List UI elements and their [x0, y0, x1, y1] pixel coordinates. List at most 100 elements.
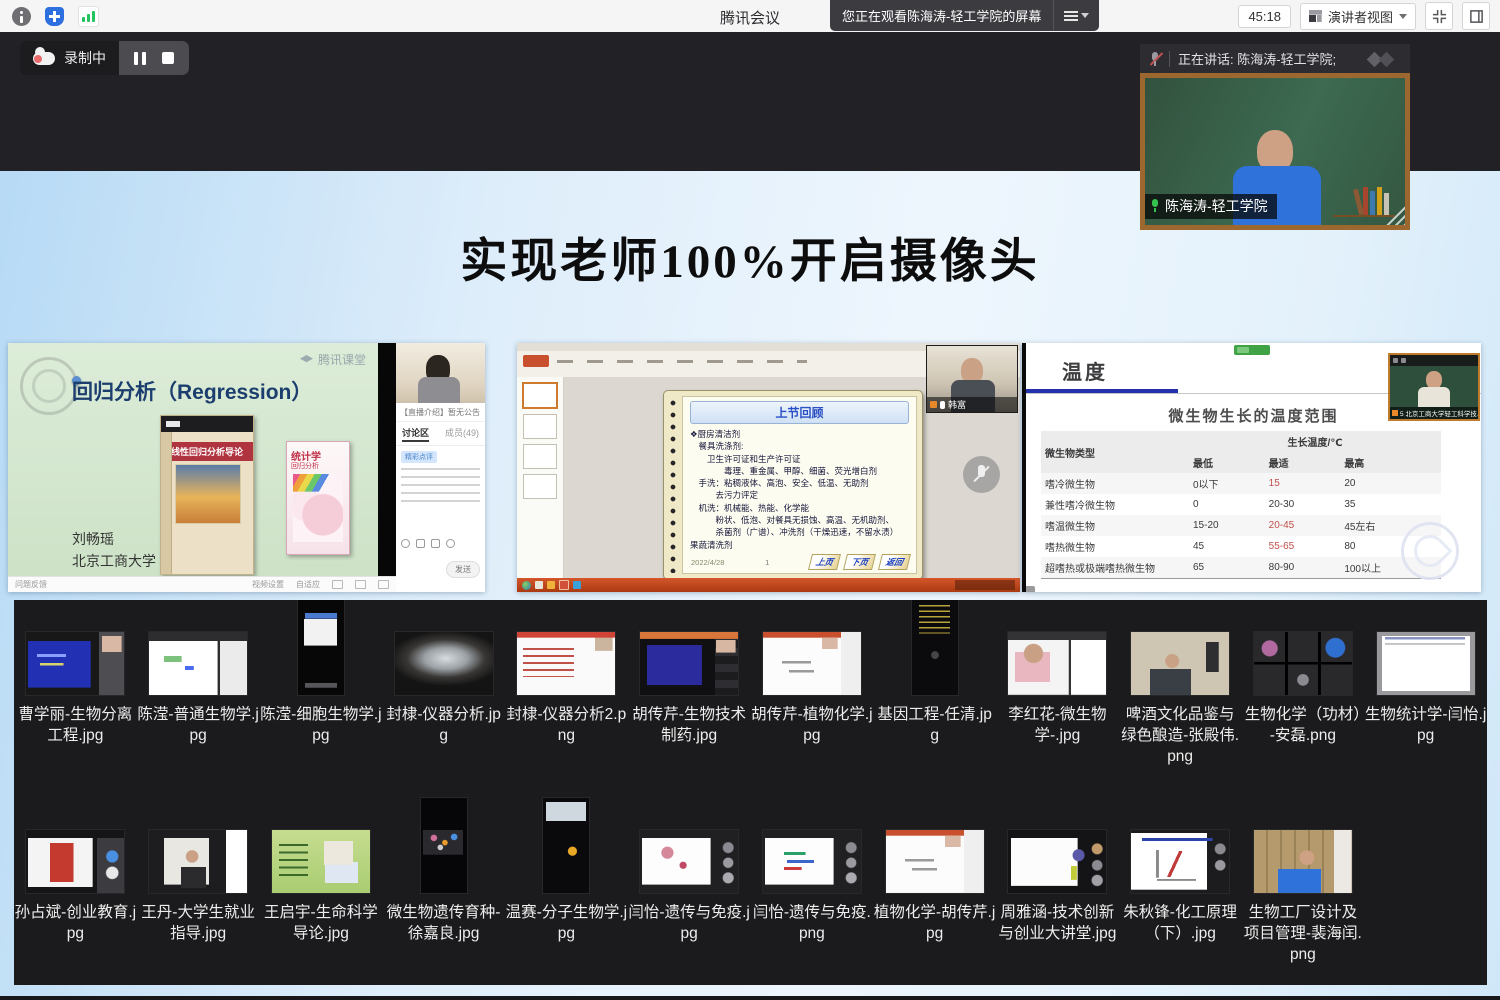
- file-grid-image: 曹学丽-生物分离工程.jpg陈滢-普通生物学.jpg陈滢-细胞生物学.jpg封棣…: [14, 600, 1487, 985]
- file-name: 生物化学（功材）-安磊.png: [1242, 704, 1364, 746]
- file-name: 微生物遗传育种-徐嘉良.jpg: [383, 902, 505, 944]
- file-thumbnail: [640, 830, 738, 893]
- file-name: 李红花-微生物学-.jpg: [996, 704, 1118, 746]
- mini-icon: [355, 580, 366, 589]
- file-item: 胡传芹-生物技术制药.jpg: [628, 600, 751, 780]
- chevron-down-icon: [1081, 13, 1089, 18]
- file-thumbnail: [1131, 632, 1229, 695]
- file-item: 闫怡-遗传与免疫.jpg: [628, 780, 751, 985]
- tab-discussion: 讨论区: [402, 426, 429, 442]
- exit-fullscreen-button[interactable]: [1425, 2, 1453, 30]
- pause-recording-button[interactable]: [134, 52, 146, 65]
- screenshot-classroom-regression: 腾讯课堂 回归分析（Regression） 线性回归分析导论 统计学 回归分析 …: [8, 343, 485, 592]
- collapse-icon: [1432, 9, 1447, 24]
- classroom-bottom-bar: 问题反馈 视频设置 自适应: [8, 576, 396, 592]
- stop-recording-button[interactable]: [162, 52, 174, 64]
- file-item: 生物化学（功材）-安磊.png: [1242, 600, 1365, 780]
- start-button-icon: [522, 581, 531, 590]
- mini-icon: [378, 580, 389, 589]
- video-settings-label: 视频设置: [252, 579, 284, 590]
- file-thumbnail: [1008, 830, 1106, 893]
- file-item: 朱秋锋-化工原理（下）.jpg: [1119, 780, 1242, 985]
- file-item: 生物统计学-闫怡.jpg: [1364, 600, 1487, 780]
- graduation-cap-icon: [300, 355, 313, 364]
- file-item: 王启宇-生命科学导论.jpg: [260, 780, 383, 985]
- file-thumbnail: [1254, 830, 1352, 893]
- ppt-slide-title: 上节回顾: [690, 401, 909, 424]
- lecturer-webcam: 5 北京工商大学轻工科学技...: [1388, 353, 1480, 421]
- file-item: 温赛-分子生物学.jpg: [505, 780, 628, 985]
- meeting-badge: [1234, 345, 1270, 355]
- webcam-name: 5 北京工商大学轻工科学技...: [1400, 408, 1478, 418]
- slide-page-number: 1: [765, 558, 769, 567]
- screenshot-powerpoint-review: 上节回顾 ❖厨房清洁剂 餐具洗涤剂: 卫生许可证和生产许可证 毒理、重金属、甲醇…: [517, 343, 1020, 592]
- title-bar: 腾讯会议 您正在观看陈海涛-轻工学院的屏幕 45:18 演讲者视图: [0, 0, 1500, 33]
- file-thumbnail: [26, 632, 124, 695]
- ppt-slide-panel: [517, 377, 564, 578]
- file-thumbnail: [1008, 632, 1106, 695]
- mic-active-icon: [1150, 199, 1160, 213]
- book1-title: 线性回归分析导论: [161, 442, 253, 461]
- file-item: 闫怡-遗传与免疫.png: [751, 780, 874, 985]
- file-name: 植物化学-胡传芹.jpg: [874, 902, 996, 944]
- table-row: 兼性嗜冷微生物020-3035: [1041, 494, 1441, 515]
- decorative-circles: [20, 357, 78, 415]
- file-name: 王启宇-生命科学导论.jpg: [260, 902, 382, 944]
- side-panel-button[interactable]: [1462, 2, 1490, 30]
- slide-date: 2022/4/28: [691, 558, 724, 567]
- file-name: 王丹-大学生就业指导.jpg: [137, 902, 259, 944]
- file-thumbnail: [886, 830, 984, 893]
- recording-status-label: 录制中: [64, 48, 106, 68]
- mic-muted-icon[interactable]: [1149, 51, 1161, 67]
- speaking-status-text: 正在讲话: 陈海涛-轻工学院;: [1178, 49, 1355, 68]
- speaker-name-label: 陈海涛-轻工学院: [1145, 194, 1277, 219]
- spiral-binding: [667, 397, 679, 573]
- mic-icon: [940, 401, 945, 409]
- file-name: 胡传芹-植物化学.jpg: [751, 704, 873, 746]
- webcam-titlebar: [1390, 355, 1478, 366]
- file-thumbnail: [1377, 632, 1475, 695]
- file-thumbnail: [395, 632, 493, 695]
- file-name: 周雅涵-技术创新与创业大讲堂.jpg: [996, 902, 1118, 944]
- file-item: 生物工厂设计及项目管理-裴海闰.png: [1242, 780, 1365, 985]
- file-item: 周雅涵-技术创新与创业大讲堂.jpg: [996, 780, 1119, 985]
- regression-title: 回归分析（Regression）: [72, 376, 312, 406]
- speaker-video-thumbnail[interactable]: 陈海涛-轻工学院: [1140, 73, 1410, 230]
- file-thumbnail: [1131, 830, 1229, 893]
- file-name: 陈滢-细胞生物学.jpg: [260, 704, 382, 746]
- chevron-down-icon: [1399, 14, 1407, 19]
- file-item: 王丹-大学生就业指导.jpg: [137, 780, 260, 985]
- temperature-title: 温度: [1062, 356, 1108, 385]
- screenshot-temperature-slide: 温度 微生物生长的温度范围 微生物类型生长温度/℃最低最适最高嗜冷微生物0以下1…: [1022, 343, 1481, 592]
- send-button: 发送: [446, 561, 480, 578]
- slide-nav-button: 上页: [808, 554, 841, 570]
- layout-icon: [1309, 10, 1322, 23]
- watching-screen-banner[interactable]: 您正在观看陈海涛-轻工学院的屏幕: [830, 0, 1099, 31]
- file-name: 闫怡-遗传与免疫.jpg: [628, 902, 750, 944]
- file-name: 朱秋锋-化工原理（下）.jpg: [1119, 902, 1241, 944]
- speaking-indicator-bar: 正在讲话: 陈海涛-轻工学院;: [1140, 44, 1410, 73]
- view-mode-selector[interactable]: 演讲者视图: [1300, 3, 1416, 30]
- lecturer-name: 刘畅瑶: [72, 529, 114, 549]
- watching-screen-text: 您正在观看陈海涛-轻工学院的屏幕: [830, 0, 1053, 31]
- university-watermark-logo: [1401, 522, 1459, 580]
- meeting-window: 腾讯会议 您正在观看陈海涛-轻工学院的屏幕 45:18 演讲者视图: [0, 0, 1500, 1000]
- file-thumbnail: [1254, 632, 1352, 695]
- file-name: 生物统计学-闫怡.jpg: [1365, 704, 1487, 746]
- slide-nav-buttons: 上页下页返回: [810, 554, 909, 570]
- books: [1356, 187, 1389, 215]
- file-item: 封棣-仪器分析2.png: [505, 600, 628, 780]
- chat-tag: 精彩点评: [401, 451, 437, 463]
- file-thumbnail: [763, 632, 861, 695]
- file-item: 孙占斌-创业教育.jpg: [14, 780, 137, 985]
- recording-control: 录制中: [20, 41, 189, 75]
- regression-slide: 腾讯课堂 回归分析（Regression） 线性回归分析导论 统计学 回归分析 …: [8, 343, 378, 576]
- fit-label: 自适应: [296, 579, 320, 590]
- file-item: 李红花-微生物学-.jpg: [996, 600, 1119, 780]
- book1-photo: [175, 464, 241, 524]
- file-thumbnail: [640, 632, 738, 695]
- banner-menu-button[interactable]: [1053, 0, 1099, 31]
- file-name: 闫怡-遗传与免疫.png: [751, 902, 873, 944]
- slide-nav-button: 下页: [843, 554, 876, 570]
- file-thumbnail: [763, 830, 861, 893]
